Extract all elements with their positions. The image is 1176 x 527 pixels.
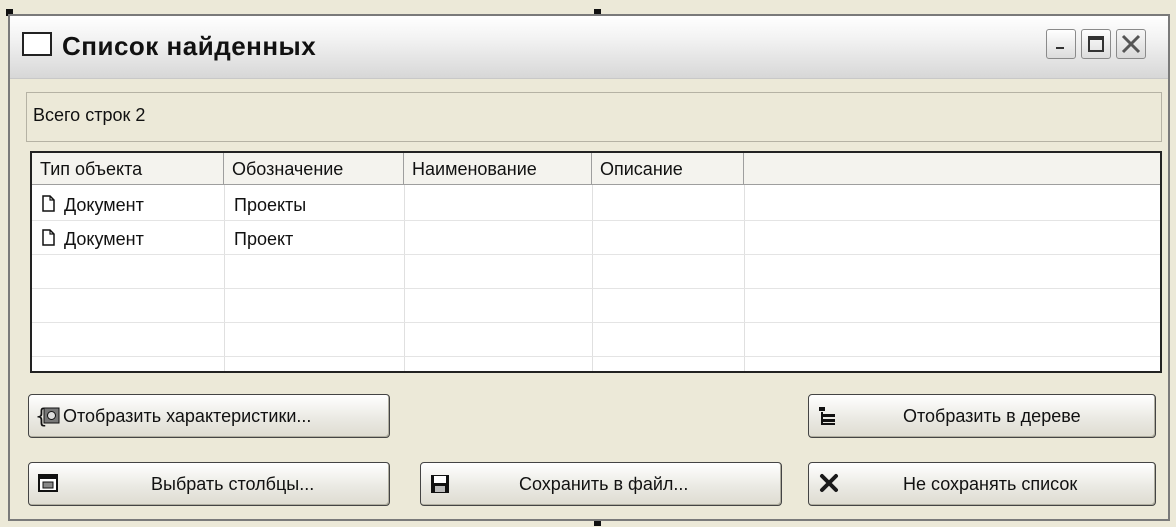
- grid-line: [32, 288, 1160, 289]
- found-list-window: Список найденных Всего строк 2 Тип объек…: [8, 14, 1170, 521]
- grid-line: [32, 220, 1160, 221]
- row-count-text: Всего строк 2: [33, 105, 146, 125]
- grid-line: [32, 322, 1160, 323]
- save-to-file-label: Сохранить в файл...: [519, 474, 689, 494]
- column-header-filler: [744, 153, 1160, 185]
- choose-columns-button[interactable]: Выбрать столбцы...: [28, 462, 390, 506]
- maximize-button[interactable]: [1081, 29, 1111, 59]
- column-header-designation[interactable]: Обозначение: [224, 153, 404, 185]
- row-count-panel: Всего строк 2: [26, 92, 1162, 142]
- columns-icon: [38, 474, 58, 492]
- column-header-description[interactable]: Описание: [592, 153, 744, 185]
- tree-icon: [819, 407, 835, 425]
- save-to-file-button[interactable]: Сохранить в файл...: [420, 462, 782, 506]
- grid-line: [592, 185, 593, 371]
- results-table[interactable]: Тип объекта Обозначение Наименование Опи…: [30, 151, 1162, 373]
- show-in-tree-button[interactable]: Отобразить в дереве: [808, 394, 1156, 438]
- cell-type: Документ: [64, 229, 144, 249]
- dont-save-list-label: Не сохранять список: [903, 474, 1078, 494]
- show-characteristics-button[interactable]: { Отобразить характеристики...: [28, 394, 390, 438]
- minimize-icon: [1056, 47, 1064, 49]
- grid-line: [224, 185, 225, 371]
- column-header-type[interactable]: Тип объекта: [32, 153, 224, 185]
- dont-save-list-button[interactable]: Не сохранять список: [808, 462, 1156, 506]
- document-icon: [42, 195, 55, 212]
- cell-type: Документ: [64, 195, 144, 215]
- save-icon: [431, 475, 449, 493]
- title-bar[interactable]: Список найденных: [10, 16, 1168, 79]
- cross-icon: [820, 474, 838, 492]
- grid-line: [32, 356, 1160, 357]
- column-header-name[interactable]: Наименование: [404, 153, 592, 185]
- choose-columns-label: Выбрать столбцы...: [151, 474, 315, 494]
- cell-designation: Проекты: [234, 195, 307, 215]
- window-title: Список найденных: [62, 31, 317, 61]
- maximize-icon: [1088, 36, 1104, 52]
- cell-designation: Проект: [234, 229, 294, 249]
- close-button[interactable]: [1116, 29, 1146, 59]
- document-icon: [42, 229, 55, 246]
- show-characteristics-label: Отобразить характеристики...: [63, 406, 312, 426]
- minimize-button[interactable]: [1046, 29, 1076, 59]
- grid-line: [404, 185, 405, 371]
- show-in-tree-label: Отобразить в дереве: [903, 406, 1081, 426]
- grid-line: [744, 185, 745, 371]
- window-icon: [22, 32, 52, 56]
- close-icon: [1121, 34, 1141, 54]
- grid-line: [32, 254, 1160, 255]
- characteristics-icon: {: [35, 405, 60, 427]
